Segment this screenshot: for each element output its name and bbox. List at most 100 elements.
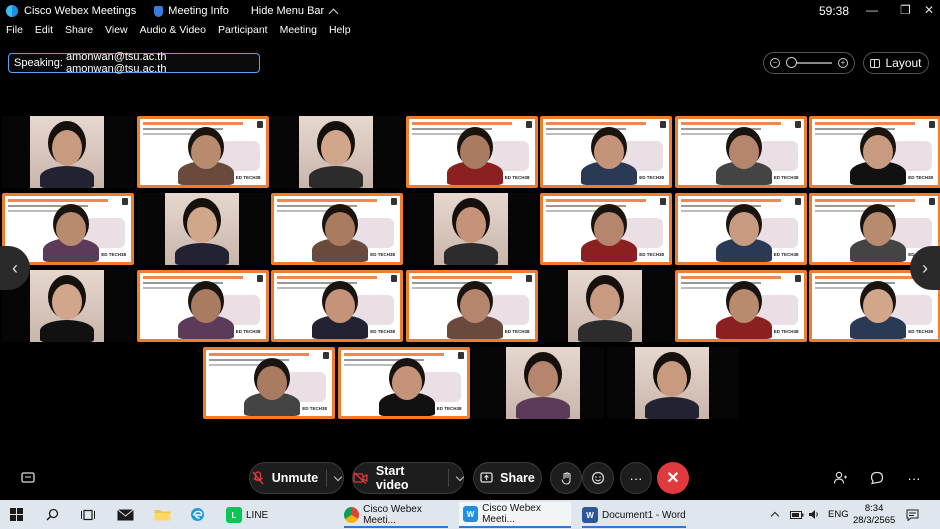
participant-body [309, 166, 363, 188]
menu-view[interactable]: View [105, 24, 128, 42]
menu-meeting[interactable]: Meeting [280, 24, 317, 42]
mail-app-button[interactable] [117, 500, 134, 529]
participant-face [56, 212, 86, 246]
zoom-slider-knob[interactable] [786, 57, 797, 68]
raise-hand-button[interactable] [550, 462, 582, 494]
show-hidden-icons-button[interactable] [770, 500, 780, 529]
chevron-down-icon[interactable] [455, 472, 465, 481]
menu-share[interactable]: Share [65, 24, 93, 42]
menu-audio-video[interactable]: Audio & Video [140, 24, 206, 42]
participants-button[interactable] [824, 462, 856, 494]
slide-brand: ED TECH38 [302, 406, 327, 411]
participant-body [174, 243, 229, 265]
participant-face [656, 361, 687, 397]
participant-video-tile[interactable]: ED TECH38 [674, 116, 807, 188]
participant-video-tile[interactable]: ED TECH38 [674, 193, 807, 265]
participant-face [190, 135, 221, 169]
menu-bar: File Edit Share View Audio & Video Parti… [0, 24, 357, 42]
menu-edit[interactable]: Edit [35, 24, 53, 42]
participant-video-tile[interactable] [136, 193, 269, 265]
participant-video-tile[interactable] [540, 270, 672, 342]
meeting-info-button[interactable]: Meeting Info [154, 5, 229, 17]
taskbar-app-word[interactable]: W Document1 - Word [578, 502, 690, 528]
more-options-button[interactable]: ··· [620, 462, 652, 494]
zoom-slider[interactable] [786, 57, 832, 68]
taskbar-app-label: Document1 - Word [602, 509, 686, 521]
file-explorer-button[interactable] [154, 500, 171, 529]
slide-brand: ED TECH38 [436, 406, 462, 411]
end-meeting-button[interactable]: ✕ [657, 462, 689, 494]
menu-help[interactable]: Help [329, 24, 351, 42]
zoom-in-icon[interactable]: + [838, 58, 848, 68]
close-window-button[interactable]: ✕ [924, 3, 934, 17]
unmute-button[interactable]: Unmute [249, 462, 344, 494]
chat-captions-button[interactable] [14, 464, 42, 492]
menu-participant[interactable]: Participant [218, 24, 268, 42]
camera-icon [391, 198, 397, 205]
camera-icon [525, 275, 532, 282]
speaker-icon [809, 510, 818, 519]
taskbar-app-label: Cisco Webex Meeti... [363, 504, 422, 526]
participant-body [40, 166, 94, 188]
taskbar-app-webex[interactable]: W Cisco Webex Meeti... [459, 502, 571, 528]
battery-indicator[interactable] [790, 500, 804, 529]
edge-browser-button[interactable] [190, 500, 205, 529]
camera-icon [391, 275, 397, 282]
participant-video-tile[interactable]: ED TECH38 [540, 193, 672, 265]
more-panels-button[interactable]: ··· [898, 462, 930, 494]
participant-face [391, 366, 422, 400]
participant-video-tile[interactable] [606, 347, 739, 419]
participant-video-tile[interactable]: ED TECH38 [809, 116, 940, 188]
reactions-button[interactable] [582, 462, 614, 494]
shield-icon [154, 5, 164, 17]
participant-video-tile[interactable]: ED TECH38 [337, 347, 470, 419]
restore-button[interactable]: ❐ [900, 3, 911, 17]
share-button[interactable]: Share [473, 462, 542, 494]
running-indicator [582, 526, 686, 528]
slide-brand: ED TECH38 [504, 175, 530, 180]
participant-body [644, 397, 699, 419]
participant-video-tile[interactable]: ED TECH38 [203, 347, 335, 419]
zoom-control: − + [763, 52, 855, 74]
chat-button[interactable] [861, 462, 893, 494]
grid-layout-icon [870, 58, 881, 68]
running-indicator [344, 526, 448, 528]
search-button[interactable] [46, 500, 59, 529]
participant-video-tile[interactable]: ED TECH38 [271, 193, 403, 265]
divider [326, 469, 328, 487]
participant-video-tile[interactable]: ED TECH38 [136, 270, 269, 342]
more-icon: ··· [907, 470, 921, 486]
participant-video-tile[interactable]: ED TECH38 [540, 116, 672, 188]
taskbar-app-chrome-webex[interactable]: Cisco Webex Meeti... [340, 502, 452, 528]
notifications-button[interactable] [906, 500, 919, 529]
app-title: Cisco Webex Meetings [6, 5, 136, 17]
hide-menu-bar-button[interactable]: Hide Menu Bar [250, 5, 339, 18]
volume-button[interactable] [808, 500, 820, 529]
chevron-down-icon[interactable] [334, 472, 343, 481]
input-language[interactable]: ENG [828, 500, 849, 529]
speaking-names: amonwan@tsu.ac.th amonwan@tsu.ac.th [66, 51, 167, 75]
participant-video-tile[interactable] [2, 116, 134, 188]
participant-face [52, 130, 82, 166]
menu-file[interactable]: File [6, 24, 23, 42]
participant-video-tile[interactable] [271, 116, 403, 188]
participant-video-tile[interactable]: ED TECH38 [674, 270, 807, 342]
minimize-button[interactable]: — [866, 3, 878, 17]
participant-video-tile[interactable] [472, 347, 604, 419]
system-clock[interactable]: 8:34 28/3/2565 [853, 500, 895, 529]
participant-video-tile[interactable]: ED TECH38 [271, 270, 403, 342]
participant-video-tile[interactable]: ED TECH38 [405, 270, 538, 342]
start-button[interactable] [10, 500, 23, 529]
participant-video-tile[interactable]: ED TECH38 [405, 116, 538, 188]
slide-brand: ED TECH38 [908, 175, 933, 180]
zoom-out-icon[interactable]: − [770, 58, 780, 68]
layout-button[interactable]: Layout [863, 52, 929, 74]
hide-menu-bar-label: Hide Menu Bar [250, 5, 325, 17]
start-video-button[interactable]: Start video [352, 462, 465, 494]
task-view-button[interactable] [81, 500, 95, 529]
close-icon: ✕ [666, 470, 680, 487]
participant-video-tile[interactable] [405, 193, 538, 265]
taskbar-app-line[interactable]: L LINE [222, 502, 332, 528]
participant-video-tile[interactable]: ED TECH38 [136, 116, 269, 188]
participant-face [257, 366, 287, 400]
